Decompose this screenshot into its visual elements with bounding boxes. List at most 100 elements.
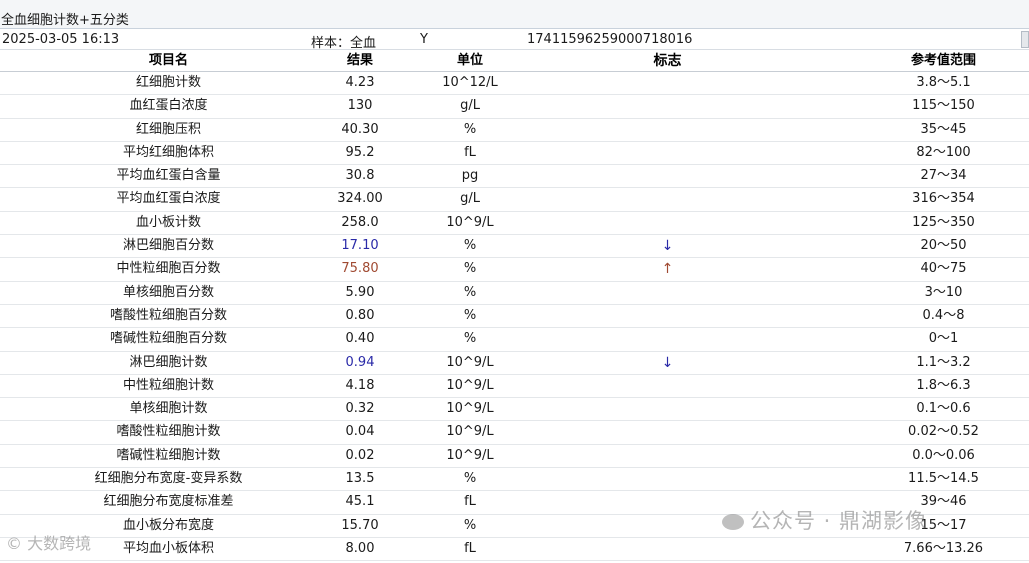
column-header-unit[interactable]: 单位 [410, 50, 530, 72]
cell-unit: fL [464, 144, 476, 160]
cell-name: 单核细胞计数 [129, 401, 208, 417]
cell-range: 1.8～6.3 [916, 377, 971, 393]
cell-flag: ↓ [661, 238, 674, 255]
cell-range: 115～150 [912, 98, 975, 114]
table-row[interactable]: 平均血小板体积 8.00 fL 7.66～13.26 [0, 537, 1029, 562]
cell-name: 淋巴细胞计数 [129, 354, 208, 370]
cell-range: 27～34 [920, 168, 967, 184]
cell-result: 0.40 [345, 331, 375, 347]
cell-unit: % [463, 284, 477, 300]
cell-result: 324.00 [337, 191, 383, 207]
cell-result: 17.10 [341, 238, 379, 254]
cell-range: 3.8～5.1 [916, 75, 971, 90]
title-bar: 全血细胞计数+五分类 [0, 0, 1029, 29]
cell-range: 125～350 [912, 214, 975, 230]
cell-result: 45.1 [345, 494, 375, 510]
cell-name: 单核细胞百分数 [122, 284, 214, 300]
cell-result: 0.02 [345, 447, 375, 463]
cell-range: 82～100 [916, 144, 971, 160]
table-row[interactable]: 淋巴细胞计数 0.94 10^9/L ↓ 1.1～3.2 [0, 351, 1029, 375]
table-row[interactable]: 中性粒细胞计数 4.18 10^9/L 1.8～6.3 [0, 374, 1029, 399]
cell-unit: % [463, 307, 477, 323]
cell-range: 0～1 [928, 331, 959, 347]
cell-name: 嗜酸性粒细胞计数 [116, 424, 221, 440]
cell-range: 40～75 [920, 261, 967, 277]
cell-name: 平均血小板体积 [122, 540, 214, 556]
cell-range: 39～46 [920, 494, 967, 510]
table-row[interactable]: 单核细胞百分数 5.90% 3～10 [0, 281, 1029, 305]
table-row[interactable]: 红细胞分布宽度-变异系数 13.5% 11.5～14.5 [0, 468, 1029, 492]
table-row[interactable]: 淋巴细胞百分数 17.10% ↓ 20～50 [0, 235, 1029, 259]
table-row[interactable]: 血红蛋白浓度 130 g/L 115～150 [0, 95, 1029, 119]
cell-unit: % [463, 471, 477, 487]
cell-name: 平均血红蛋白浓度 [116, 191, 221, 207]
column-header-flag[interactable]: 标志 [610, 50, 725, 72]
cell-name: 嗜碱性粒细胞百分数 [109, 331, 227, 347]
cell-name: 中性粒细胞计数 [122, 377, 214, 393]
cell-result: 13.5 [345, 471, 375, 487]
cell-name: 红细胞压积 [135, 121, 201, 137]
cell-name: 淋巴细胞百分数 [122, 238, 214, 254]
report-datetime: 2025-03-05 16:13 [2, 32, 120, 47]
table-row[interactable]: 单核细胞计数 0.32 10^9/L 0.1～0.6 [0, 398, 1029, 422]
cell-unit: 10^9/L [446, 377, 494, 393]
cell-unit: fL [464, 494, 476, 510]
table-header: 项目名 结果 单位 标志 参考值范围 [0, 50, 1029, 72]
cell-name: 嗜酸性粒细胞百分数 [109, 307, 227, 323]
cell-flag: ↑ [661, 261, 674, 278]
cell-name: 平均血红蛋白含量 [116, 168, 221, 184]
sample-barcode: 17411596259000718016 [527, 32, 693, 47]
cell-range: 0.1～0.6 [916, 401, 971, 417]
cell-result: 130 [347, 98, 373, 114]
cell-result: 5.90 [345, 284, 375, 300]
cell-result: 4.23 [345, 75, 375, 90]
sample-type: 样本：全血 [311, 36, 377, 51]
cell-name: 红细胞计数 [135, 75, 201, 90]
cell-unit: pg [461, 168, 479, 184]
cell-name: 血红蛋白浓度 [129, 98, 208, 114]
cell-unit: 10^9/L [446, 447, 494, 463]
table-row[interactable]: 血小板计数 258.0 10^9/L 125～350 [0, 211, 1029, 236]
column-header-result[interactable]: 结果 [300, 50, 420, 72]
column-header-range[interactable]: 参考值范围 [890, 50, 997, 72]
sample-info-bar: 2025-03-05 16:13 样本：全血 Y 174115962590007… [0, 29, 1029, 51]
table-row[interactable]: 嗜碱性粒细胞百分数 0.40% 0～1 [0, 328, 1029, 352]
cell-result: 15.70 [341, 517, 379, 533]
table-row[interactable]: 红细胞分布宽度标准差 45.1 fL 39～46 [0, 491, 1029, 515]
column-header-name[interactable]: 项目名 [0, 50, 337, 72]
cell-range: 0.02～0.52 [908, 424, 979, 440]
table-row[interactable]: 嗜酸性粒细胞计数 0.04 10^9/L 0.02～0.52 [0, 421, 1029, 445]
panel-toggle-button[interactable] [1021, 31, 1029, 48]
cell-name: 红细胞分布宽度标准差 [103, 494, 234, 510]
cell-name: 血小板计数 [135, 214, 201, 230]
results-table: 项目名 结果 单位 标志 参考值范围 红细胞计数 4.23 10^12/L 3.8～5… [0, 50, 1029, 562]
table-row[interactable]: 嗜酸性粒细胞百分数 0.80% 0.4～8 [0, 304, 1029, 329]
cell-result: 75.80 [341, 261, 379, 277]
cell-result: 40.30 [341, 121, 379, 137]
table-row[interactable]: 红细胞计数 4.23 10^12/L 3.8～5.1 [0, 72, 1029, 96]
cell-name: 平均红细胞体积 [122, 144, 214, 160]
table-row[interactable]: 平均血红蛋白浓度 324.00 g/L 316～354 [0, 188, 1029, 212]
sample-flag: Y [420, 32, 428, 47]
table-row[interactable]: 嗜碱性粒细胞计数 0.02 10^9/L 0.0～0.06 [0, 444, 1029, 469]
cell-result: 0.80 [345, 307, 375, 323]
cell-result: 8.00 [345, 540, 375, 556]
cell-result: 0.32 [345, 401, 375, 417]
window-title: 全血细胞计数+五分类 [1, 13, 129, 28]
cell-name: 中性粒细胞百分数 [116, 261, 221, 277]
cell-unit: 10^9/L [446, 424, 494, 440]
cell-unit: g/L [460, 98, 480, 114]
cell-result: 0.94 [345, 354, 375, 370]
table-row[interactable]: 平均血红蛋白含量 30.8 pg 27～34 [0, 165, 1029, 189]
cell-unit: 10^9/L [446, 401, 494, 417]
cell-range: 35～45 [920, 121, 967, 137]
cell-range: 20～50 [920, 238, 967, 254]
cell-range: 7.66～13.26 [903, 540, 984, 556]
cell-unit: g/L [460, 191, 480, 207]
table-row[interactable]: 红细胞压积 40.30% 35～45 [0, 118, 1029, 142]
table-row[interactable]: 血小板分布宽度 15.70% 15～17 [0, 514, 1029, 538]
cell-name: 嗜碱性粒细胞计数 [116, 447, 221, 463]
table-row[interactable]: 平均红细胞体积 95.2 fL 82～100 [0, 141, 1029, 166]
table-row[interactable]: 中性粒细胞百分数 75.80% ↑ 40～75 [0, 258, 1029, 282]
cell-name: 血小板分布宽度 [122, 517, 214, 533]
